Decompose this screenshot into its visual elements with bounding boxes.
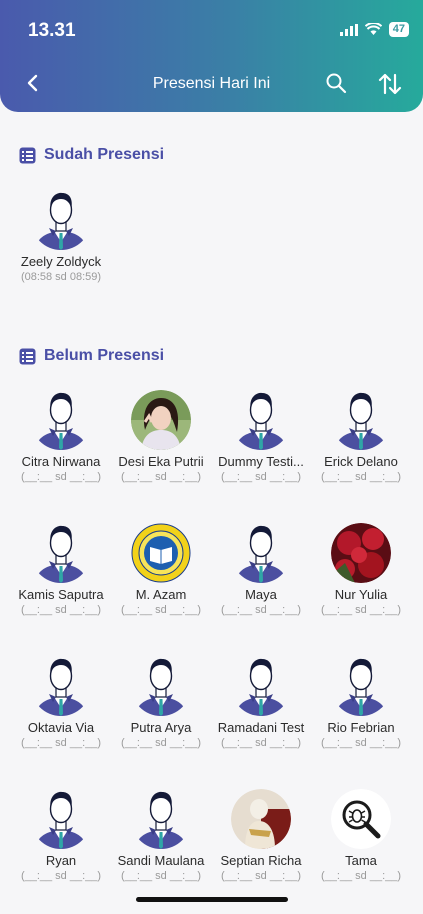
person-name: Zeely Zoldyck <box>20 254 102 269</box>
person-card[interactable]: Sandi Maulana (__:__ sd __:__) <box>111 789 211 882</box>
person-name: Nur Yulia <box>334 587 388 602</box>
person-card[interactable]: Septian Richa (__:__ sd __:__) <box>211 789 311 882</box>
person-name: Oktavia Via <box>27 720 95 735</box>
attendance-time: (__:__ sd __:__) <box>120 604 202 616</box>
attendance-time: (__:__ sd __:__) <box>20 604 102 616</box>
attendance-time: (__:__ sd __:__) <box>120 737 202 749</box>
avatar-icon <box>131 656 191 716</box>
search-icon[interactable] <box>325 72 347 94</box>
person-name: Erick Delano <box>324 454 398 469</box>
section-title: Belum Presensi <box>44 347 165 364</box>
avatar <box>331 789 391 849</box>
status-time: 13.31 <box>28 20 76 41</box>
avatar-icon <box>331 656 391 716</box>
avatar-icon <box>231 656 291 716</box>
status-icons: 47 <box>339 22 409 37</box>
list-icon <box>19 348 36 364</box>
avatar-icon <box>231 523 291 583</box>
attendance-time: (__:__ sd __:__) <box>20 870 102 882</box>
attendance-time: (__:__ sd __:__) <box>120 870 202 882</box>
person-name: Ryan <box>45 853 77 868</box>
attendance-time: (08:58 sd 08:59) <box>20 271 102 283</box>
person-name: Desi Eka Putrii <box>118 454 204 469</box>
person-card[interactable]: Desi Eka Putrii (__:__ sd __:__) <box>111 390 211 483</box>
attendance-time: (__:__ sd __:__) <box>20 737 102 749</box>
person-card[interactable]: Citra Nirwana (__:__ sd __:__) <box>11 390 111 483</box>
person-name: Putra Arya <box>130 720 192 735</box>
person-name: Septian Richa <box>220 853 302 868</box>
battery-indicator: 47 <box>388 22 409 37</box>
section-header-belum: Belum Presensi <box>19 347 164 365</box>
attendance-time: (__:__ sd __:__) <box>220 870 302 882</box>
person-card[interactable]: Oktavia Via (__:__ sd __:__) <box>11 656 111 749</box>
avatar-icon <box>31 523 91 583</box>
wifi-icon <box>364 23 382 35</box>
avatar-icon <box>31 190 91 250</box>
home-indicator <box>136 897 288 902</box>
page-title: Presensi Hari Ini <box>152 75 271 92</box>
person-card[interactable]: Ramadani Test (__:__ sd __:__) <box>211 656 311 749</box>
avatar-icon <box>331 390 391 450</box>
attendance-time: (__:__ sd __:__) <box>320 737 402 749</box>
list-icon <box>19 147 36 163</box>
person-card[interactable]: M. Azam (__:__ sd __:__) <box>111 523 211 616</box>
avatar-icon <box>131 789 191 849</box>
person-card[interactable]: Nur Yulia (__:__ sd __:__) <box>311 523 411 616</box>
attendance-time: (__:__ sd __:__) <box>320 870 402 882</box>
person-card[interactable]: Erick Delano (__:__ sd __:__) <box>311 390 411 483</box>
section-title: Sudah Presensi <box>44 146 165 163</box>
attendance-time: (__:__ sd __:__) <box>320 471 402 483</box>
attendance-time: (__:__ sd __:__) <box>220 604 302 616</box>
person-card[interactable]: Zeely Zoldyck (08:58 sd 08:59) <box>11 190 111 283</box>
person-name: Dummy Testi... <box>218 454 304 469</box>
avatar-icon <box>31 789 91 849</box>
person-card[interactable]: Rio Febrian (__:__ sd __:__) <box>311 656 411 749</box>
avatar <box>331 523 391 583</box>
attendance-time: (__:__ sd __:__) <box>220 737 302 749</box>
person-name: Sandi Maulana <box>117 853 205 868</box>
avatar-icon <box>231 390 291 450</box>
app-header: 13.31 47 Presensi Hari Ini <box>0 0 423 112</box>
attendance-time: (__:__ sd __:__) <box>220 471 302 483</box>
avatar <box>131 523 191 583</box>
person-name: Tama <box>345 853 377 868</box>
signal-icon <box>339 23 358 36</box>
person-card[interactable]: Maya (__:__ sd __:__) <box>211 523 311 616</box>
person-name: Ramadani Test <box>217 720 305 735</box>
avatar <box>231 789 291 849</box>
sort-icon[interactable] <box>377 71 403 97</box>
avatar <box>131 390 191 450</box>
person-card[interactable]: Dummy Testi... (__:__ sd __:__) <box>211 390 311 483</box>
attendance-time: (__:__ sd __:__) <box>20 471 102 483</box>
section-header-sudah: Sudah Presensi <box>19 146 164 164</box>
person-name: Citra Nirwana <box>21 454 101 469</box>
person-name: Maya <box>245 587 277 602</box>
avatar-icon <box>31 656 91 716</box>
person-name: Rio Febrian <box>327 720 395 735</box>
person-card[interactable]: Ryan (__:__ sd __:__) <box>11 789 111 882</box>
person-card[interactable]: Kamis Saputra (__:__ sd __:__) <box>11 523 111 616</box>
attendance-time: (__:__ sd __:__) <box>120 471 202 483</box>
person-card[interactable]: Putra Arya (__:__ sd __:__) <box>111 656 211 749</box>
person-name: Kamis Saputra <box>18 587 104 602</box>
attendance-time: (__:__ sd __:__) <box>320 604 402 616</box>
person-card[interactable]: Tama (__:__ sd __:__) <box>311 789 411 882</box>
person-name: M. Azam <box>135 587 187 602</box>
avatar-icon <box>31 390 91 450</box>
